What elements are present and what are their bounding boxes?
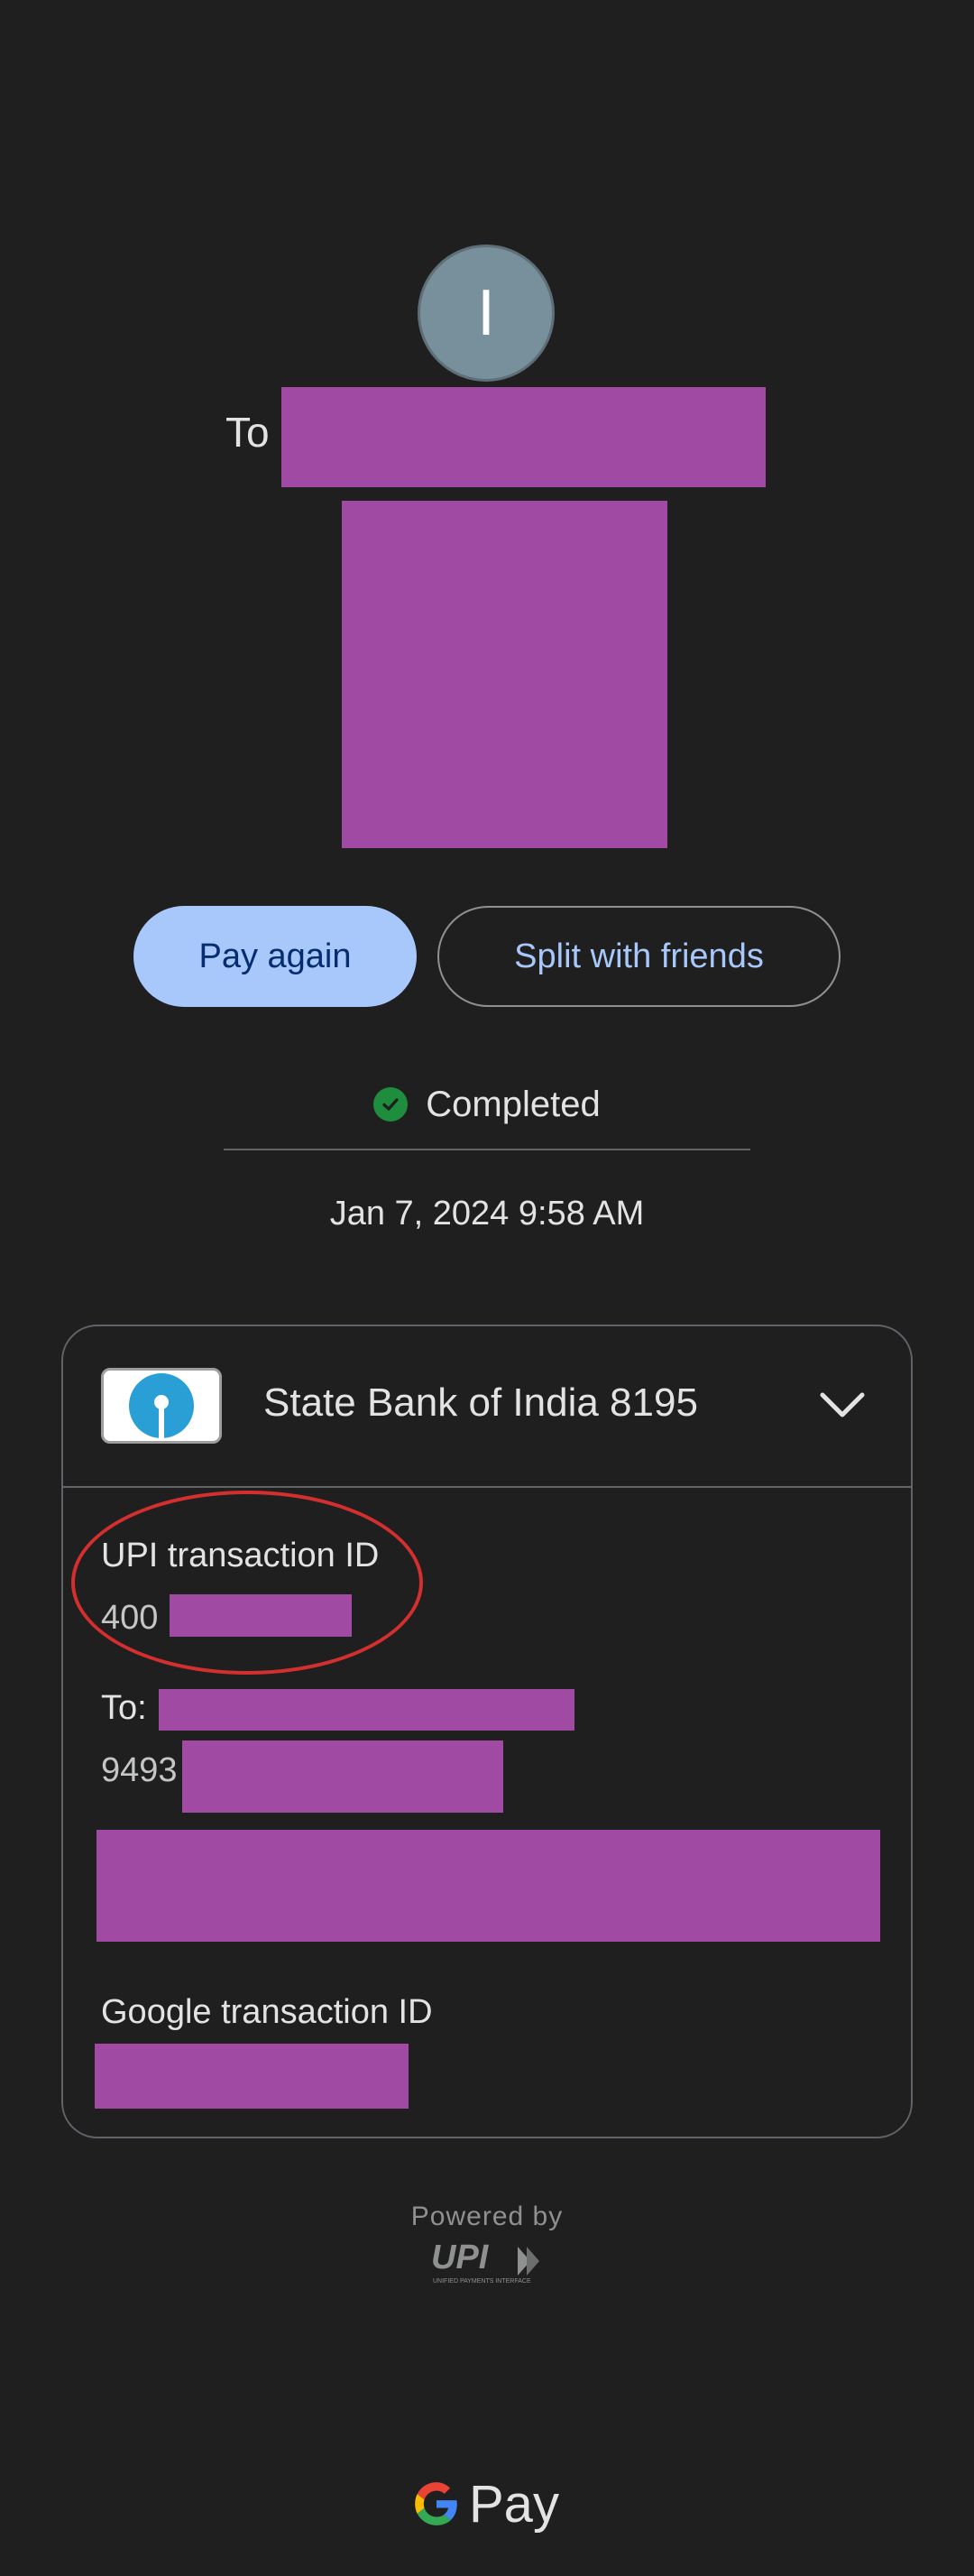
split-with-friends-button[interactable]: Split with friends	[437, 906, 841, 1007]
google-g-logo	[415, 2482, 457, 2525]
sbi-logo	[101, 1368, 222, 1444]
to-number-prefix: 9493	[101, 1751, 178, 1789]
transaction-timestamp: Jan 7, 2024 9:58 AM	[329, 1195, 645, 1233]
redacted-recipient-name	[281, 387, 766, 487]
google-transaction-id-label: Google transaction ID	[101, 1993, 433, 2031]
avatar: I	[418, 245, 555, 382]
pay-again-button[interactable]: Pay again	[133, 906, 417, 1007]
recipient-to-prefix: To	[225, 409, 270, 456]
card-divider	[63, 1486, 911, 1488]
powered-by-text: Powered by	[410, 2202, 564, 2231]
upi-logo-subtext: UNIFIED PAYMENTS INTERFACE	[433, 2278, 531, 2285]
status-text: Completed	[426, 1084, 601, 1124]
redacted-details-block	[96, 1830, 880, 1942]
chevron-down-icon[interactable]	[812, 1382, 873, 1427]
redacted-to-number	[182, 1740, 503, 1813]
check-icon	[373, 1087, 409, 1122]
redacted-amount	[342, 501, 667, 848]
gpay-text: Pay	[469, 2474, 559, 2534]
avatar-initial: I	[476, 277, 495, 349]
to-label: To:	[101, 1689, 147, 1727]
upi-logo-text: UPI	[431, 2239, 490, 2276]
upi-logo: UPI UNIFIED PAYMENTS INTERFACE	[431, 2239, 539, 2285]
split-label: Split with friends	[514, 937, 764, 975]
pay-again-label: Pay again	[198, 937, 352, 975]
annotation-circle	[71, 1491, 423, 1675]
google-pay-logo: Pay	[413, 2472, 559, 2535]
redacted-to-name	[159, 1689, 574, 1731]
status-row: Completed	[0, 1079, 974, 1130]
bank-account-name: State Bank of India 8195	[263, 1380, 698, 1425]
redacted-google-transaction-id	[95, 2044, 409, 2109]
status-divider	[224, 1149, 750, 1150]
